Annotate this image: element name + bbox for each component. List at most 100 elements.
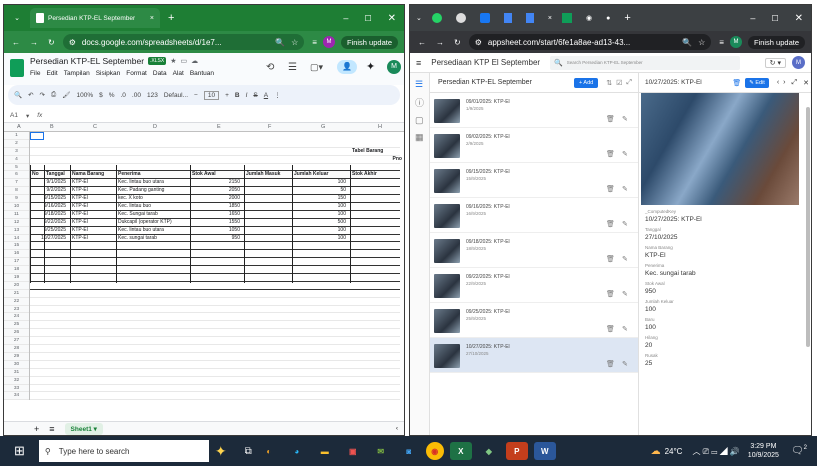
cell-barang[interactable]: KTP-El [72,187,88,195]
column-header[interactable]: F [268,124,271,130]
delete-icon[interactable]: 🗑 [606,185,615,193]
text-color-button[interactable]: A [264,92,268,99]
row-number[interactable]: 10 [4,203,29,211]
cell-keluar[interactable]: 100 [310,227,346,235]
cell-stok-awal[interactable]: 2000 [204,195,240,203]
edit-icon[interactable]: ✎ [622,220,628,228]
back-icon[interactable]: ← [418,38,426,47]
audio-tab-icon[interactable]: ◉ [586,14,592,22]
search-box[interactable]: 🔍 Search Persedian KTP-EL September [550,55,741,70]
row-number[interactable]: 26 [4,329,29,338]
new-tab-icon[interactable]: + [168,12,174,24]
bookmark-star-icon[interactable]: ☆ [698,38,705,47]
cell-penerima[interactable]: Kec. lintau buo [118,203,151,211]
nav-list-icon[interactable]: ☰ [415,79,424,90]
tab-icon-3[interactable] [525,13,534,23]
row-number[interactable]: 4 [4,156,29,164]
row-number[interactable]: 8 [4,187,29,196]
store-icon[interactable]: ▣ [342,442,364,460]
gemini-icon[interactable]: ✦ [366,60,375,73]
percent-button[interactable]: % [109,92,115,99]
windows-start-icon[interactable]: ⊞ [14,443,25,459]
cell-penerima[interactable]: Kec. sungai tarab [118,235,157,243]
record-photo[interactable] [641,93,799,205]
edit-icon[interactable]: ✎ [622,185,628,193]
name-box[interactable]: A1 [10,112,18,119]
menu-item[interactable]: File [30,70,40,77]
row-number[interactable]: 20 [4,282,29,290]
edit-icon[interactable]: ✎ [622,115,628,123]
column-title[interactable]: Nama Barang [72,171,104,179]
list-item[interactable]: 09/16/2025: KTP-El 16/9/2025 🗑 ✎ [430,198,638,233]
back-icon[interactable]: ← [12,38,20,47]
history-icon[interactable]: ⟲ [266,62,274,73]
cell-tanggal[interactable]: 9/25/2025 [30,227,66,235]
select-icon[interactable]: ☑ [616,79,622,87]
column-header[interactable]: A [17,124,21,130]
number-format-button[interactable]: 123 [147,92,158,99]
column-header[interactable]: C [93,124,97,130]
column-header[interactable]: G [321,124,325,130]
cell-barang[interactable]: KTP-El [72,179,88,187]
github-tab-icon[interactable] [455,13,466,23]
row-number[interactable]: 1 [4,132,29,140]
scroll-left-icon[interactable]: ‹ [396,425,398,432]
powerpoint-icon[interactable]: P [505,442,528,460]
sheet-tab[interactable]: Sheet1 ▾ [64,422,103,435]
browser-tab-sheets[interactable]: Persedian KTP-EL September × [30,8,160,28]
row-number[interactable]: 13 [4,227,29,235]
delete-icon[interactable]: 🗑 [606,220,615,228]
url-field[interactable]: ⚙ appsheet.com/start/6fe1a8ae-ad13-43...… [468,34,712,50]
redo-icon[interactable]: ↷ [40,91,45,99]
cell-penerima[interactable]: kec. X koto [118,195,143,203]
meet-icon[interactable]: ▢▾ [310,62,323,73]
paint-format-icon[interactable]: 🖌 [62,91,70,99]
delete-icon[interactable]: 🗑 [606,290,615,298]
row-number[interactable]: 23 [4,306,29,314]
hamburger-menu-icon[interactable]: ≡ [416,58,421,68]
edge-browser-icon[interactable]: ◕ [286,442,308,460]
finish-update-button[interactable]: Finish update [747,35,805,49]
cell-stok-awal[interactable]: 1850 [204,203,240,211]
delete-icon[interactable]: 🗑 [606,150,615,158]
row-number[interactable]: 14 [4,235,29,243]
row-number[interactable]: 30 [4,361,29,369]
row-number[interactable]: 19 [4,274,29,282]
edit-icon[interactable]: ✎ [622,150,628,158]
maximize-icon[interactable]: ☐ [771,14,778,23]
table-title[interactable]: Tabel Barang [352,148,383,156]
close-window-icon[interactable]: ✕ [795,13,803,24]
cell-penerima[interactable]: Dukcapil (operator KTP) [118,219,172,227]
sheets-tab-icon[interactable] [561,13,572,23]
chrome-icon[interactable]: ◉ [425,442,444,460]
cell-stok-awal[interactable]: 1050 [204,227,240,235]
cell-stok-awal[interactable]: 2050 [204,187,240,195]
column-title[interactable]: Stok Akhir [352,171,377,179]
cell-stok-awal[interactable]: 950 [204,235,240,243]
github-tab-icon-2[interactable]: ● [606,15,610,22]
increase-decimal-button[interactable]: .00 [132,92,141,99]
pinned-app-icon[interactable]: ✉ [370,442,392,460]
maximize-icon[interactable]: ☐ [364,14,371,23]
chevron-down-icon[interactable]: ⌄ [10,11,24,25]
cell-tanggal[interactable]: 9/22/2025 [30,219,66,227]
extensions-icon[interactable]: ≡ [312,38,317,47]
tab-icon-2[interactable] [503,13,512,23]
print-icon[interactable]: ⎙ [51,91,56,99]
row-number[interactable]: 2 [4,140,29,148]
widget-icon[interactable]: ✦ [215,443,227,460]
cell-barang[interactable]: KTP-El [72,235,88,243]
cell-keluar[interactable]: 50 [310,187,346,195]
row-number[interactable]: 29 [4,353,29,361]
cell-barang[interactable]: KTP-El [72,195,88,203]
list-item[interactable]: 10/27/2025: KTP-El 27/10/2025 🗑 ✎ [430,338,638,373]
facebook-tab-icon[interactable] [479,13,490,23]
menu-item[interactable]: Format [126,70,147,77]
menu-item[interactable]: Sisipkan [96,70,121,77]
user-avatar[interactable]: M [792,56,805,69]
cell-keluar[interactable]: 100 [310,235,346,243]
row-number[interactable]: 33 [4,385,29,393]
font-select[interactable]: Defaul... [164,92,188,99]
search-menus-icon[interactable]: 🔍 [14,91,22,99]
cell-tanggal[interactable]: 9/15/2025 [30,195,66,203]
